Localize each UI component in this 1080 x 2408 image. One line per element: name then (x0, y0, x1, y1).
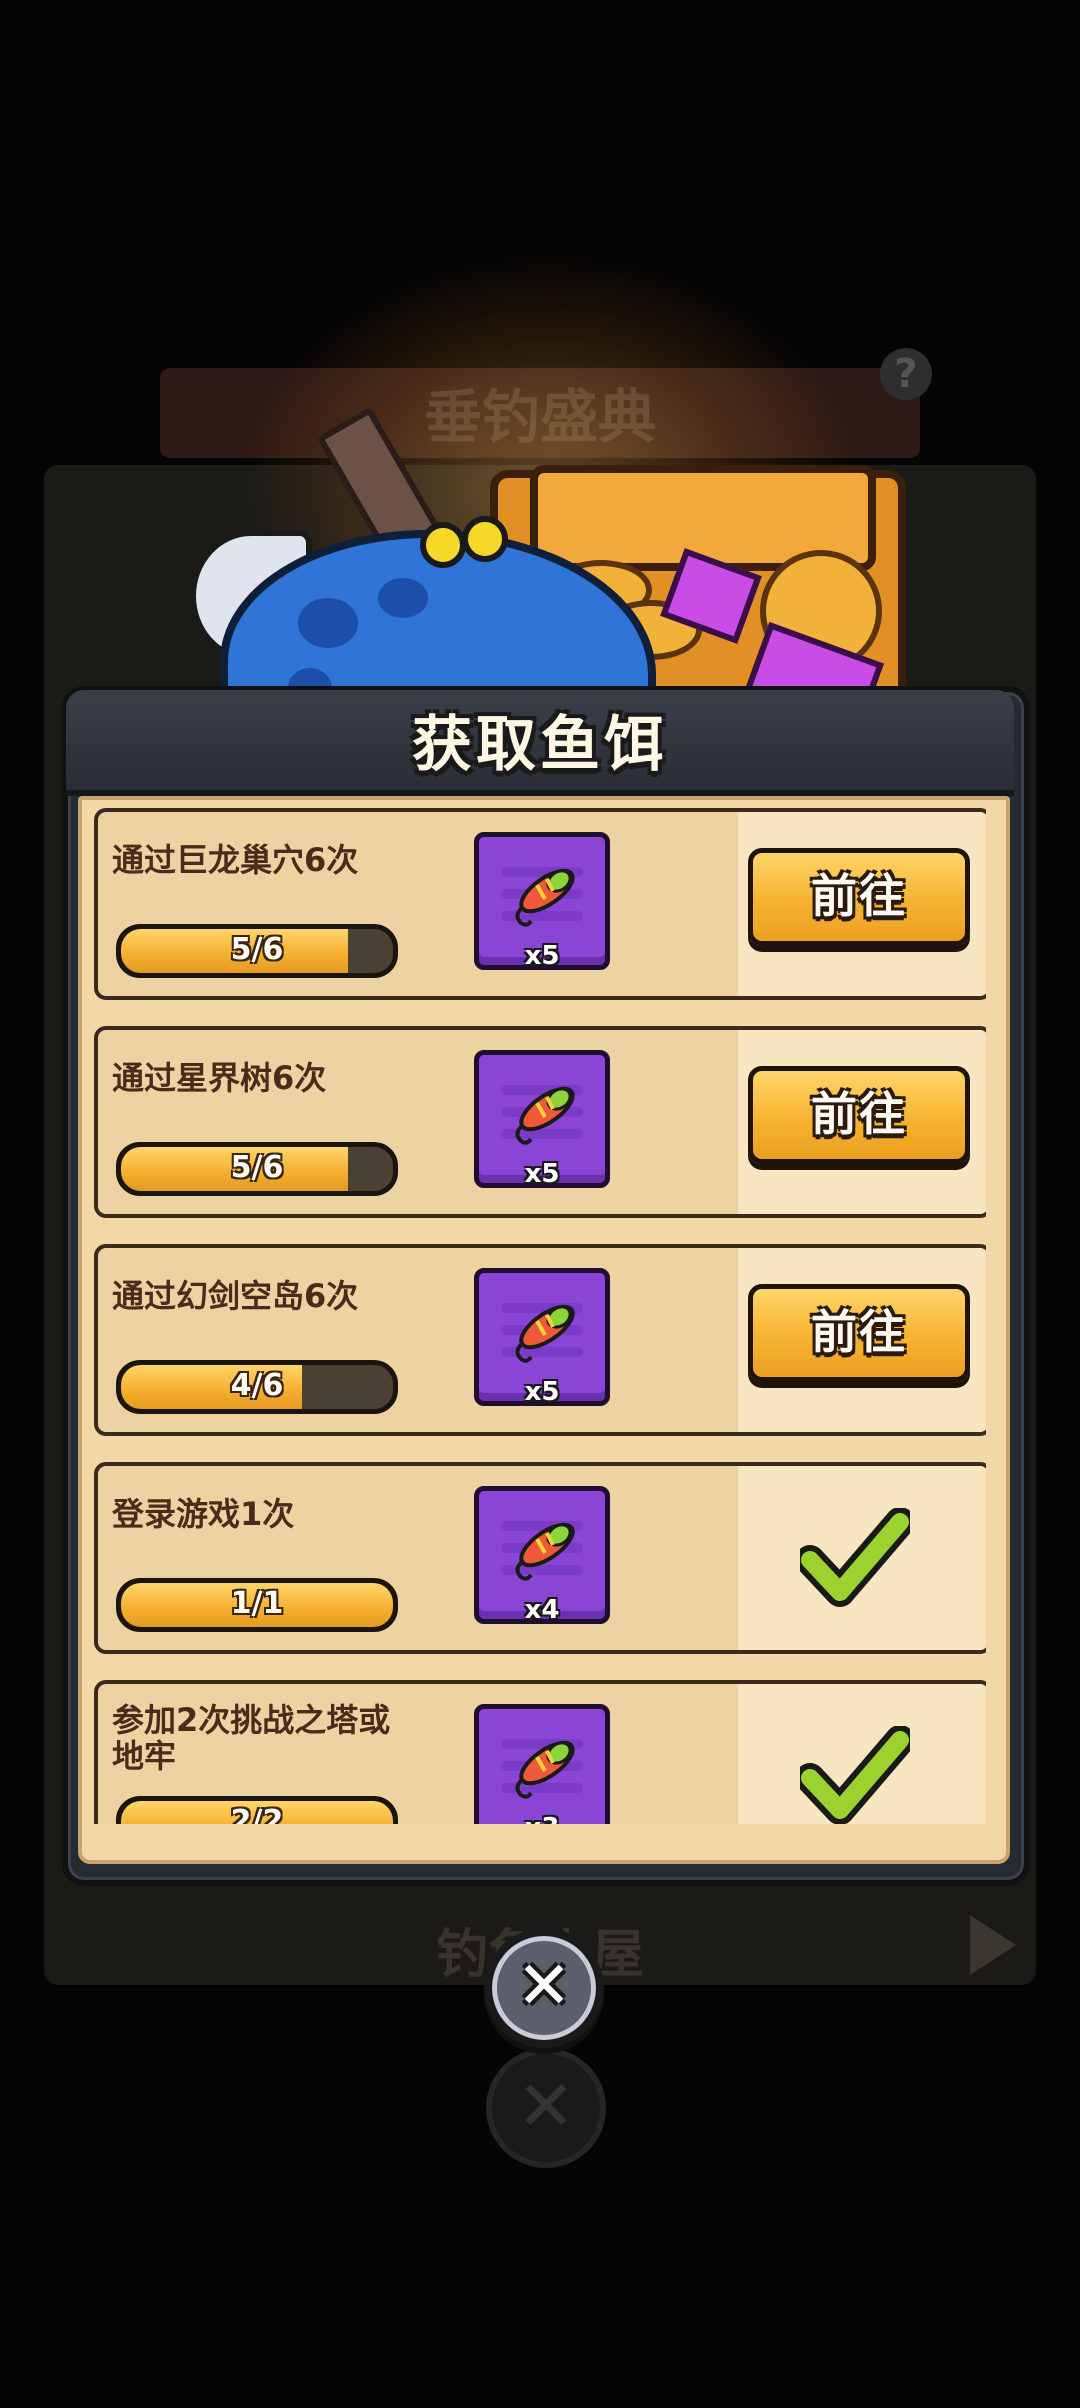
fish-eye (420, 522, 466, 568)
next-arrow-icon (970, 1915, 1016, 1975)
fishing-lure-icon (515, 1304, 575, 1363)
task-progress-bar: 5/6 (116, 1142, 398, 1196)
task-list[interactable]: 通过巨龙巢穴6次 5/6 x5 前往 通过星界树6次 5/6 x5 前往 通过幻… (94, 808, 986, 1824)
help-icon: ? (880, 348, 932, 400)
progress-text: 5/6 (230, 932, 284, 967)
task-label: 通过星界树6次 (112, 1059, 327, 1097)
dialog-title: 获取鱼饵 (412, 710, 668, 780)
fishing-lure-icon (515, 868, 575, 927)
checkmark-icon (800, 1508, 910, 1607)
task-card: 通过星界树6次 5/6 x5 前往 (94, 1026, 986, 1218)
progress-text: 5/6 (230, 1150, 284, 1185)
reward-count: x5 (524, 941, 560, 971)
close-button[interactable]: ✕ (484, 1928, 604, 2048)
fishing-lure-icon (515, 1086, 575, 1145)
checkmark-icon (800, 1726, 910, 1824)
progress-text: 4/6 (230, 1368, 284, 1403)
close-icon: ✕ (516, 1947, 572, 2024)
task-progress-bar: 1/1 (116, 1578, 398, 1632)
fishing-lure-icon (515, 1522, 575, 1581)
reward-slot: x4 (474, 1486, 610, 1625)
reward-slot: x3 (474, 1704, 610, 1824)
hero-illustration (150, 400, 910, 806)
task-card: 登录游戏1次 1/1 x4 (94, 1462, 986, 1654)
task-card: 通过巨龙巢穴6次 5/6 x5 前往 (94, 808, 986, 1000)
progress-text: 1/1 (230, 1586, 284, 1621)
reward-count: x5 (524, 1159, 560, 1189)
dialog-body: 通过巨龙巢穴6次 5/6 x5 前往 通过星界树6次 5/6 x5 前往 通过幻… (78, 796, 1010, 1864)
task-label: 登录游戏1次 (112, 1495, 295, 1533)
task-card: 通过幻剑空岛6次 4/6 x5 前往 (94, 1244, 986, 1436)
background-close-icon: ✕ (486, 2048, 606, 2168)
fish-eye (462, 516, 508, 562)
progress-text: 2/2 (230, 1804, 284, 1824)
reward-slot: x5 (474, 832, 610, 971)
task-progress-bar: 2/2 (116, 1796, 398, 1824)
go-button[interactable]: 前往 (748, 848, 970, 946)
reward-count: x5 (524, 1377, 560, 1407)
fishing-lure-icon (515, 1740, 575, 1799)
reward-count: x4 (524, 1595, 560, 1625)
task-progress-bar: 4/6 (116, 1360, 398, 1414)
go-button[interactable]: 前往 (748, 1284, 970, 1382)
task-label: 通过巨龙巢穴6次 (112, 841, 359, 879)
task-card: 参加2次挑战之塔或地牢 2/2 x3 (94, 1680, 986, 1824)
task-progress-bar: 5/6 (116, 924, 398, 978)
task-label: 参加2次挑战之塔或地牢 (112, 1701, 391, 1775)
reward-slot: x5 (474, 1050, 610, 1189)
task-label: 通过幻剑空岛6次 (112, 1277, 359, 1315)
reward-count: x3 (479, 1813, 605, 1824)
go-button[interactable]: 前往 (748, 1066, 970, 1164)
reward-slot: x5 (474, 1268, 610, 1407)
